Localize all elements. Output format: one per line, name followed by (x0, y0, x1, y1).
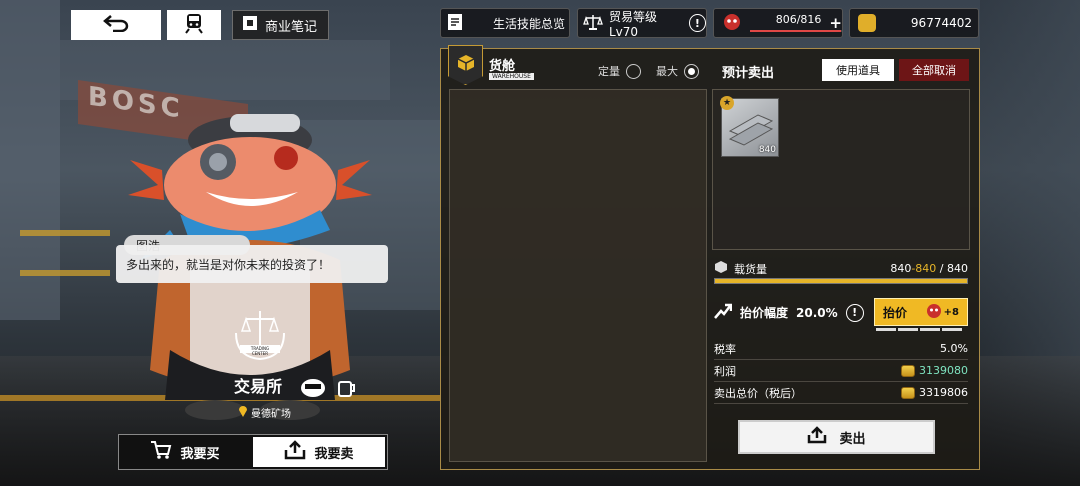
cargo-inventory-grid[interactable] (449, 89, 707, 462)
cancel-all-button[interactable]: 全部取消 (899, 59, 969, 81)
total-label: 卖出总价（税后） (714, 386, 802, 400)
raise-level-ticks (876, 328, 962, 331)
npc-mask-icon (300, 378, 326, 398)
location-label: 曼德矿场 (238, 405, 291, 420)
radio-max-label: 最大 (656, 65, 678, 78)
radio-fixed-dot[interactable] (626, 63, 641, 79)
info-icon[interactable]: ! (688, 14, 706, 32)
raise-price-label: 抬价 (883, 305, 908, 320)
raise-price-count: +8 (943, 306, 959, 318)
preview-sell-title: 预计卖出 (722, 66, 775, 81)
trading-center-emblem: TRADING CENTER (228, 305, 292, 363)
crate-icon (714, 260, 728, 277)
radio-max[interactable]: 最大 (656, 63, 699, 79)
capacity-change: -840 (911, 262, 937, 275)
capacity-current: 840 (890, 262, 912, 275)
buy-sell-tabs: 我要买 我要卖 (118, 434, 388, 470)
stamina-bar (750, 30, 842, 32)
stamina-pill[interactable]: 806/816 + (713, 8, 843, 38)
map-pin-icon (238, 405, 248, 420)
stamina-text: 806/816 (775, 13, 822, 26)
train-icon (183, 12, 205, 39)
tax-label: 税率 (714, 342, 736, 356)
back-button[interactable] (71, 10, 161, 40)
back-arrow-icon (103, 14, 129, 37)
radio-fixed[interactable]: 定量 (598, 63, 641, 79)
coins-pill: 96774402 (849, 8, 979, 38)
radio-max-dot[interactable] (684, 63, 699, 79)
notebook-icon (241, 14, 259, 36)
life-skills-label: 生活技能总览 (493, 16, 566, 31)
item-quantity: 840 (758, 145, 776, 155)
life-skills-pill[interactable]: 生活技能总览 (440, 8, 570, 38)
upload-tray-icon (284, 440, 306, 464)
tab-buy-label: 我要买 (180, 446, 220, 462)
capacity-max: / 840 (939, 262, 968, 275)
cup-icon (335, 377, 357, 399)
scale-icon (583, 13, 603, 34)
capacity-bar-fill (715, 279, 967, 283)
capacity-row: 载货量 840-840 / 840 (714, 260, 968, 277)
markup-info-icon[interactable]: ! (845, 303, 864, 322)
coins-value: 96774402 (910, 16, 972, 30)
tab-sell[interactable]: 我要卖 (253, 437, 385, 467)
coin-icon (901, 364, 915, 377)
trend-up-icon (714, 303, 733, 322)
upload-tray-icon (807, 426, 827, 448)
store-title: 交易所 (234, 373, 357, 399)
sell-button[interactable]: 卖出 (738, 420, 935, 454)
radio-fixed-label: 定量 (598, 65, 620, 78)
sell-label: 卖出 (839, 431, 866, 447)
markup-row: 抬价幅度 20.0% ! (714, 303, 864, 322)
tab-sell-label: 我要卖 (314, 446, 354, 462)
stamina-bar-fill (750, 30, 841, 32)
stamina-face-icon (926, 303, 942, 322)
capacity-label: 载货量 (734, 262, 767, 276)
npc-dialogue-text: 多出来的，就当是对你未来的投资了！ (126, 258, 331, 272)
profit-row: 利润 3139080 (714, 360, 968, 382)
business-notes-button[interactable]: 商业笔记 (232, 10, 329, 40)
cargo-subtitle: WAREHOUSE (489, 73, 534, 80)
stamina-face-icon (722, 13, 742, 34)
coin-stack-icon (858, 14, 876, 32)
emblem-text: TRADING CENTER (250, 346, 270, 356)
use-item-button[interactable]: 使用道具 (822, 59, 894, 81)
business-notes-label: 商业笔记 (265, 19, 318, 35)
cart-icon (150, 440, 172, 464)
tab-buy[interactable]: 我要买 (119, 435, 251, 469)
trade-level-pill[interactable]: 贸易等级Lv70 ! (577, 8, 707, 39)
profit-value: 3139080 (919, 364, 968, 377)
profit-label: 利润 (714, 364, 736, 378)
markup-value: 20.0% (796, 305, 838, 320)
cargo-title: 货舱 (489, 59, 516, 74)
star-icon: ★ (720, 96, 734, 110)
capacity-bar (714, 278, 968, 284)
item-slot-steel-bars[interactable]: ★ 840 (720, 96, 779, 157)
tax-row: 税率 5.0% (714, 338, 968, 360)
document-icon (447, 13, 463, 34)
box-icon (456, 53, 476, 77)
total-row: 卖出总价（税后） 3319806 (714, 382, 968, 404)
markup-label: 抬价幅度 (740, 306, 789, 320)
tax-value: 5.0% (940, 342, 968, 355)
location-text: 曼德矿场 (251, 409, 291, 420)
npc-dialogue-bubble[interactable]: 多出来的，就当是对你未来的投资了！ (116, 245, 388, 283)
coin-icon (901, 386, 915, 399)
total-value: 3319806 (919, 386, 968, 399)
raise-price-button[interactable]: 抬价 +8 (874, 298, 968, 326)
trade-level-label: 贸易等级Lv70 (609, 9, 658, 39)
train-button[interactable] (167, 10, 221, 40)
